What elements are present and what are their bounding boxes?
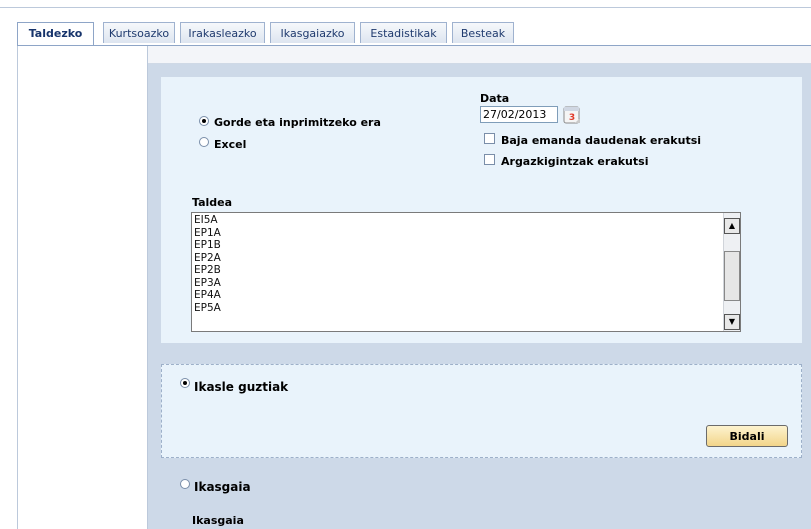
date-label: Data [480, 92, 510, 105]
output-print-label: Gorde eta inprimitzeko era [214, 116, 381, 129]
list-item[interactable]: EP1B [192, 239, 740, 252]
tab-estadistikak[interactable]: Estadistikak [360, 22, 447, 43]
calendar-icon-text: 3 [569, 113, 575, 123]
sidebar [17, 46, 148, 529]
output-radio-excel[interactable] [199, 137, 209, 147]
tab-taldezko[interactable]: Taldezko [17, 22, 94, 46]
tab-besteak[interactable]: Besteak [452, 22, 514, 43]
scope-all-label: Ikasle guztiak [194, 380, 289, 394]
scope-subject-label: Ikasgaia [194, 480, 251, 494]
scroll-down-button[interactable]: ▼ [724, 314, 740, 330]
checkbox-baja[interactable] [484, 133, 495, 144]
list-item[interactable]: EP4A [192, 289, 740, 302]
scroll-thumb[interactable] [724, 251, 740, 301]
tab-kurtsoazko[interactable]: Kurtsoazko [103, 22, 175, 43]
tab-ikasgaiazko[interactable]: Ikasgaiazko [270, 22, 355, 43]
scope-radio-subject[interactable] [180, 479, 190, 489]
scope-radio-all[interactable] [180, 378, 190, 388]
checkbox-argazki[interactable] [484, 154, 495, 165]
list-item[interactable]: EP1A [192, 227, 740, 240]
tab-bar: Taldezko Kurtsoazko Irakasleazko Ikasgai… [17, 22, 811, 46]
list-item[interactable]: EP2A [192, 252, 740, 265]
scroll-up-button[interactable]: ▲ [724, 218, 740, 234]
list-item[interactable]: EI5A [192, 214, 740, 227]
calendar-icon[interactable]: 3 [563, 104, 582, 125]
listbox-scrollbar[interactable]: ▲ ▼ [723, 213, 740, 331]
group-listbox[interactable]: EI5A EP1A EP1B EP2A EP2B EP3A EP4A EP5A … [191, 212, 741, 332]
checkbox-baja-label: Baja emanda daudenak erakutsi [501, 134, 702, 147]
output-excel-label: Excel [214, 138, 247, 151]
output-radio-print[interactable] [199, 116, 209, 126]
submit-button[interactable]: Bidali [706, 425, 788, 447]
group-label: Taldea [192, 196, 233, 209]
list-item[interactable]: EP3A [192, 277, 740, 290]
subject-field-label: Ikasgaia [192, 514, 244, 527]
tab-irakasleazko[interactable]: Irakasleazko [180, 22, 265, 43]
date-input[interactable]: 27/02/2013 [480, 106, 558, 123]
list-item[interactable]: EP5A [192, 302, 740, 315]
list-item[interactable]: EP2B [192, 264, 740, 277]
top-rule [0, 7, 811, 8]
checkbox-argazki-label: Argazkigintzak erakutsi [501, 155, 649, 168]
